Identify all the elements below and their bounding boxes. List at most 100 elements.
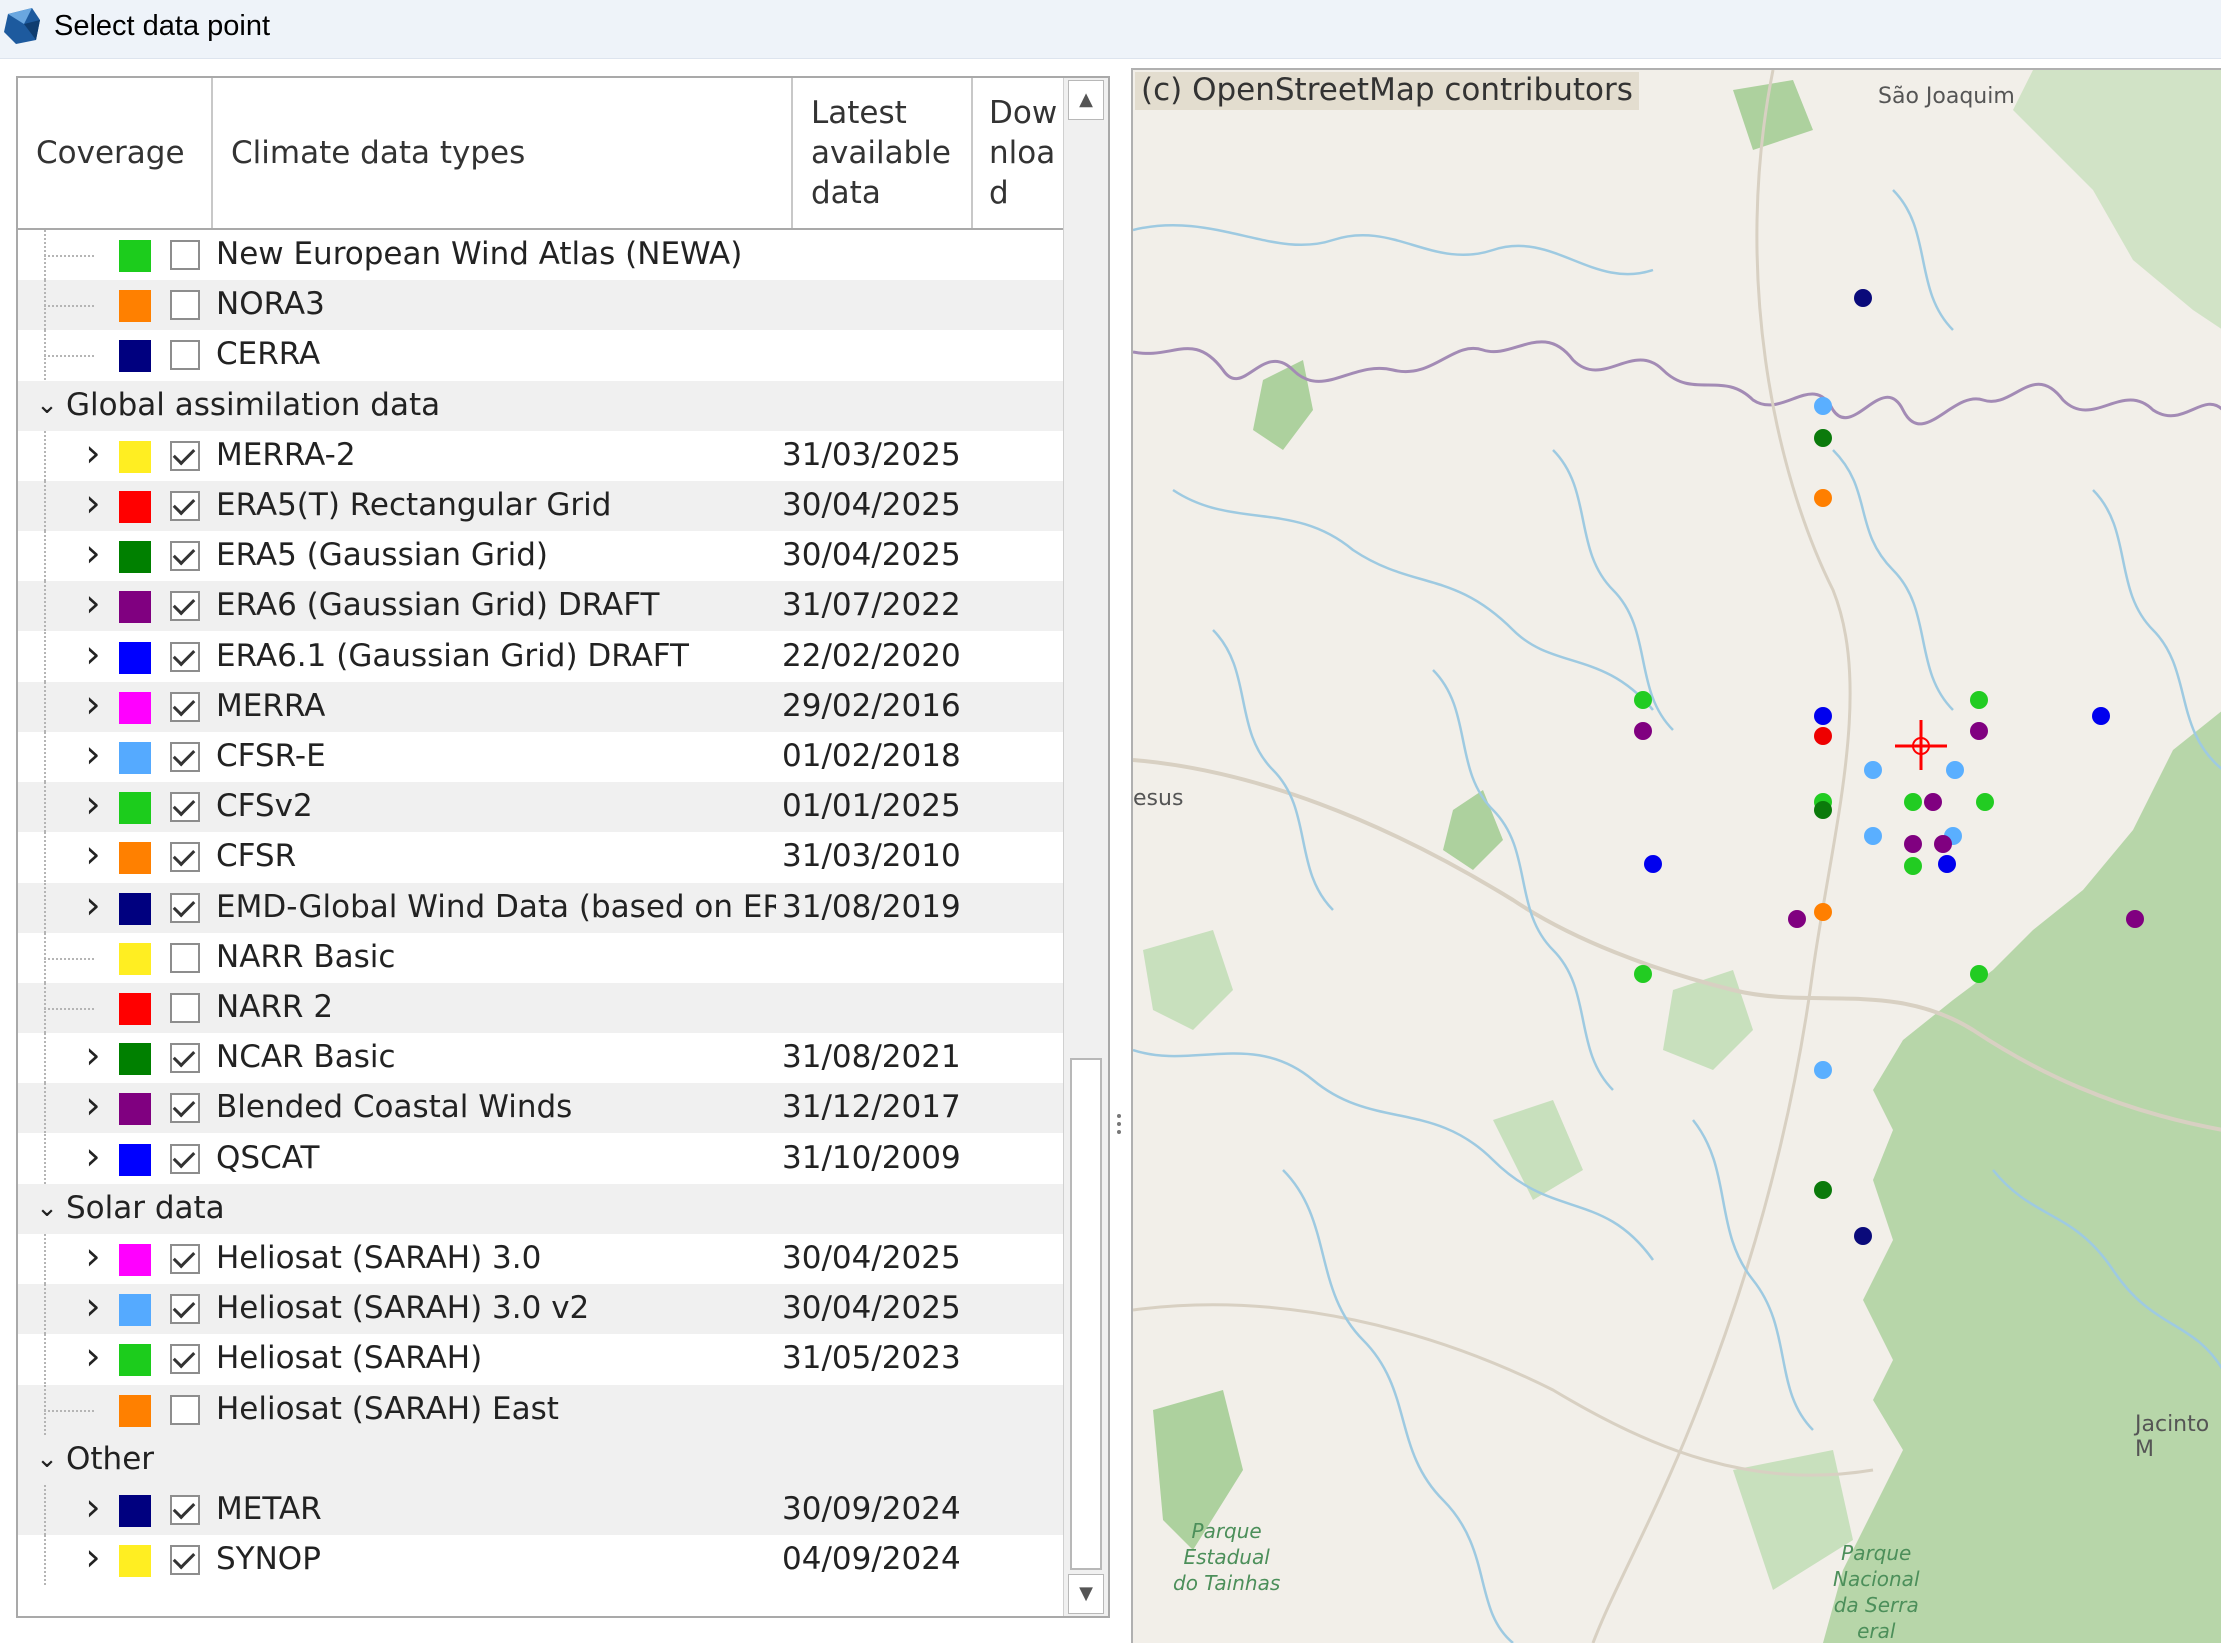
scroll-thumb[interactable] — [1070, 1058, 1102, 1570]
dataset-checkbox[interactable] — [170, 1143, 200, 1174]
dataset-checkbox[interactable] — [170, 440, 200, 471]
expand-chevron-icon[interactable]: › — [78, 1237, 108, 1275]
expand-chevron-icon[interactable]: › — [78, 534, 108, 572]
column-header-climate-data-types[interactable]: Climate data types — [213, 78, 793, 228]
dataset-checkbox[interactable] — [170, 1545, 200, 1576]
data-point-marker[interactable] — [2126, 910, 2144, 928]
dataset-row[interactable]: › QSCAT 31/10/2009 — [18, 1133, 1063, 1184]
dataset-checkbox[interactable] — [170, 742, 200, 772]
expand-chevron-icon[interactable]: › — [78, 484, 108, 522]
data-point-marker[interactable] — [1970, 722, 1988, 740]
dataset-row[interactable]: › NCAR Basic 31/08/2021 — [18, 1033, 1063, 1084]
dataset-row[interactable]: › ERA6.1 (Gaussian Grid) DRAFT 22/02/2020 — [18, 631, 1063, 682]
dataset-row[interactable]: › CFSR 31/03/2010 — [18, 832, 1063, 883]
dataset-row[interactable]: Heliosat (SARAH) East — [18, 1384, 1063, 1435]
data-point-marker[interactable] — [1904, 835, 1922, 853]
dataset-row[interactable]: › CFSR-E 01/02/2018 — [18, 732, 1063, 782]
dataset-checkbox[interactable] — [170, 491, 200, 521]
dataset-row[interactable]: › METAR 30/09/2024 — [18, 1485, 1063, 1535]
expand-chevron-icon[interactable]: › — [78, 1287, 108, 1325]
data-point-marker[interactable] — [1814, 727, 1832, 745]
data-point-marker[interactable] — [1938, 855, 1956, 873]
column-header-download[interactable]: Dow nloa d — [973, 78, 1063, 228]
data-point-marker[interactable] — [1904, 857, 1922, 875]
expand-chevron-icon[interactable]: › — [78, 735, 108, 773]
dataset-row[interactable]: › Heliosat (SARAH) 3.0 v2 30/04/2025 — [18, 1284, 1063, 1335]
data-point-marker[interactable] — [1634, 691, 1652, 709]
data-point-marker[interactable] — [1814, 489, 1832, 507]
dataset-row[interactable]: › CFSv2 01/01/2025 — [18, 782, 1063, 833]
data-point-marker[interactable] — [1854, 289, 1872, 307]
data-point-marker[interactable] — [1864, 761, 1882, 779]
data-point-marker[interactable] — [1924, 793, 1942, 811]
data-point-marker[interactable] — [2092, 707, 2110, 725]
group-row[interactable]: ⌄ Global assimilation data — [18, 380, 1063, 431]
column-header-latest-available-data[interactable]: Latest available data — [793, 78, 973, 228]
panel-splitter[interactable] — [1114, 1110, 1124, 1140]
data-point-marker[interactable] — [1976, 793, 1994, 811]
expand-chevron-icon[interactable]: › — [78, 685, 108, 723]
dataset-checkbox[interactable] — [170, 290, 200, 321]
collapse-chevron-icon[interactable]: ⌄ — [32, 390, 62, 420]
expand-chevron-icon[interactable]: › — [78, 1488, 108, 1526]
dataset-row[interactable]: NARR 2 — [18, 983, 1063, 1033]
data-point-marker[interactable] — [1970, 965, 1988, 983]
data-point-marker[interactable] — [1854, 1227, 1872, 1245]
data-point-marker[interactable] — [1946, 761, 1964, 779]
data-point-marker[interactable] — [1814, 707, 1832, 725]
data-point-marker[interactable] — [1814, 1061, 1832, 1079]
group-row[interactable]: ⌄ Solar data — [18, 1183, 1063, 1234]
expand-chevron-icon[interactable]: › — [78, 1036, 108, 1074]
map-view[interactable]: (c) OpenStreetMap contributors São Joaqu… — [1131, 68, 2221, 1643]
dataset-checkbox[interactable] — [170, 942, 200, 973]
dataset-checkbox[interactable] — [170, 842, 200, 873]
data-point-marker[interactable] — [1934, 835, 1952, 853]
expand-chevron-icon[interactable]: › — [78, 1086, 108, 1124]
expand-chevron-icon[interactable]: › — [78, 1337, 108, 1375]
scroll-up-button[interactable]: ▲ — [1068, 80, 1104, 120]
dataset-row[interactable]: NORA3 — [18, 280, 1063, 331]
data-point-marker[interactable] — [1814, 1181, 1832, 1199]
dataset-checkbox[interactable] — [170, 541, 200, 572]
dataset-checkbox[interactable] — [170, 340, 200, 371]
collapse-chevron-icon[interactable]: ⌄ — [32, 1444, 62, 1474]
vertical-scrollbar[interactable]: ▲ ▼ — [1063, 78, 1108, 1616]
data-point-marker[interactable] — [1814, 903, 1832, 921]
dataset-row[interactable]: › Blended Coastal Winds 31/12/2017 — [18, 1083, 1063, 1134]
data-point-marker[interactable] — [1814, 801, 1832, 819]
dataset-checkbox[interactable] — [170, 1043, 200, 1074]
dataset-row[interactable]: CERRA — [18, 330, 1063, 381]
dataset-row[interactable]: › ERA5 (Gaussian Grid) 30/04/2025 — [18, 531, 1063, 582]
dataset-checkbox[interactable] — [170, 1093, 200, 1124]
dataset-checkbox[interactable] — [170, 691, 200, 722]
collapse-chevron-icon[interactable]: ⌄ — [32, 1193, 62, 1223]
dataset-row[interactable]: › MERRA-2 31/03/2025 — [18, 430, 1063, 481]
expand-chevron-icon[interactable]: › — [78, 1538, 108, 1576]
expand-chevron-icon[interactable]: › — [78, 1137, 108, 1175]
data-point-marker[interactable] — [1814, 397, 1832, 415]
expand-chevron-icon[interactable]: › — [78, 785, 108, 823]
group-row[interactable]: ⌄ Other — [18, 1434, 1063, 1485]
data-point-marker[interactable] — [1814, 429, 1832, 447]
data-point-marker[interactable] — [1970, 691, 1988, 709]
column-header-coverage[interactable]: Coverage — [18, 78, 213, 228]
dataset-checkbox[interactable] — [170, 892, 200, 923]
expand-chevron-icon[interactable]: › — [78, 886, 108, 924]
dataset-checkbox[interactable] — [170, 993, 200, 1023]
data-point-marker[interactable] — [1788, 910, 1806, 928]
dataset-checkbox[interactable] — [170, 641, 200, 672]
dataset-row[interactable]: New European Wind Atlas (NEWA) — [18, 230, 1063, 280]
dataset-row[interactable]: › ERA5(T) Rectangular Grid 30/04/2025 — [18, 481, 1063, 531]
expand-chevron-icon[interactable]: › — [78, 584, 108, 622]
dataset-row[interactable]: › Heliosat (SARAH) 3.0 30/04/2025 — [18, 1234, 1063, 1284]
dataset-checkbox[interactable] — [170, 591, 200, 622]
data-point-marker[interactable] — [1634, 722, 1652, 740]
data-point-marker[interactable] — [1634, 965, 1652, 983]
dataset-checkbox[interactable] — [170, 240, 200, 270]
scroll-down-button[interactable]: ▼ — [1068, 1574, 1104, 1614]
data-point-marker[interactable] — [1864, 827, 1882, 845]
dataset-row[interactable]: NARR Basic — [18, 932, 1063, 983]
map-canvas[interactable] — [1133, 70, 2221, 1643]
dataset-checkbox[interactable] — [170, 1495, 200, 1525]
dataset-checkbox[interactable] — [170, 1294, 200, 1325]
